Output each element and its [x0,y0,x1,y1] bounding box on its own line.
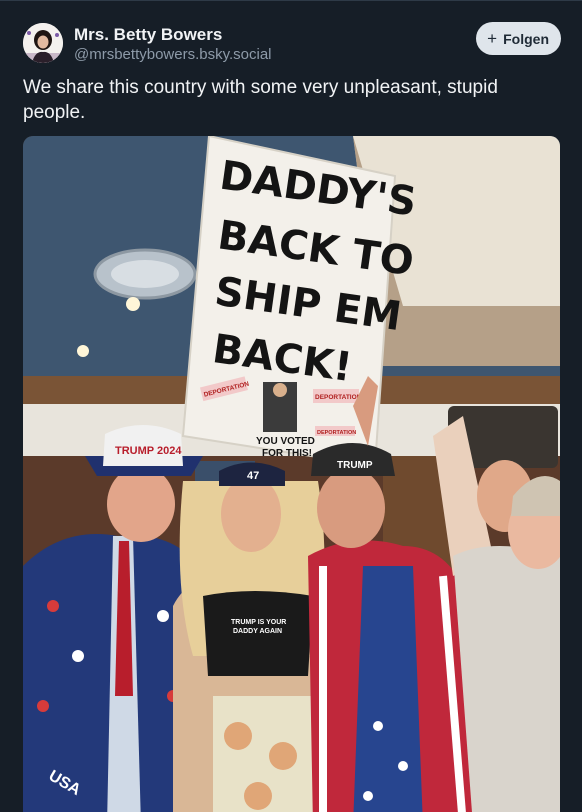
author-display-name[interactable]: Mrs. Betty Bowers [74,24,272,45]
post-card: Mrs. Betty Bowers @mrsbettybowers.bsky.s… [0,0,582,812]
sign-sticker-2: DEPORTATION [315,394,362,401]
sign-caption-2: FOR THIS! [262,448,312,459]
post-text: We share this country with some very unp… [23,77,498,123]
follow-button[interactable]: + Folgen [476,22,561,55]
plus-icon: + [487,29,498,48]
sign-sticker-3: DEPORTATION [317,430,356,436]
author-avatar[interactable] [23,23,63,63]
post-image[interactable]: DADDY'S BACK TO SHIP EM BACK! DEPORTATIO… [23,136,560,812]
shirt-line-2: DADDY AGAIN [233,628,282,635]
author-names: Mrs. Betty Bowers @mrsbettybowers.bsky.s… [74,24,272,64]
post-header: Mrs. Betty Bowers @mrsbettybowers.bsky.s… [23,21,561,65]
sign-caption-1: YOU VOTED [256,436,315,447]
avatar-portrait-icon [23,23,63,63]
hat-left-text: TRUMP 2024 [115,445,182,457]
person-center: 47 TRUMP IS YOUR DADDY AGAIN [173,462,325,812]
hat-right-text: TRUMP [337,460,373,471]
follow-button-label: Folgen [503,30,549,47]
author-handle[interactable]: @mrsbettybowers.bsky.social [74,45,272,64]
hat-center-text: 47 [247,470,259,482]
shirt-line-1: TRUMP IS YOUR [231,619,286,626]
rally-photo: DADDY'S BACK TO SHIP EM BACK! DEPORTATIO… [23,136,560,812]
